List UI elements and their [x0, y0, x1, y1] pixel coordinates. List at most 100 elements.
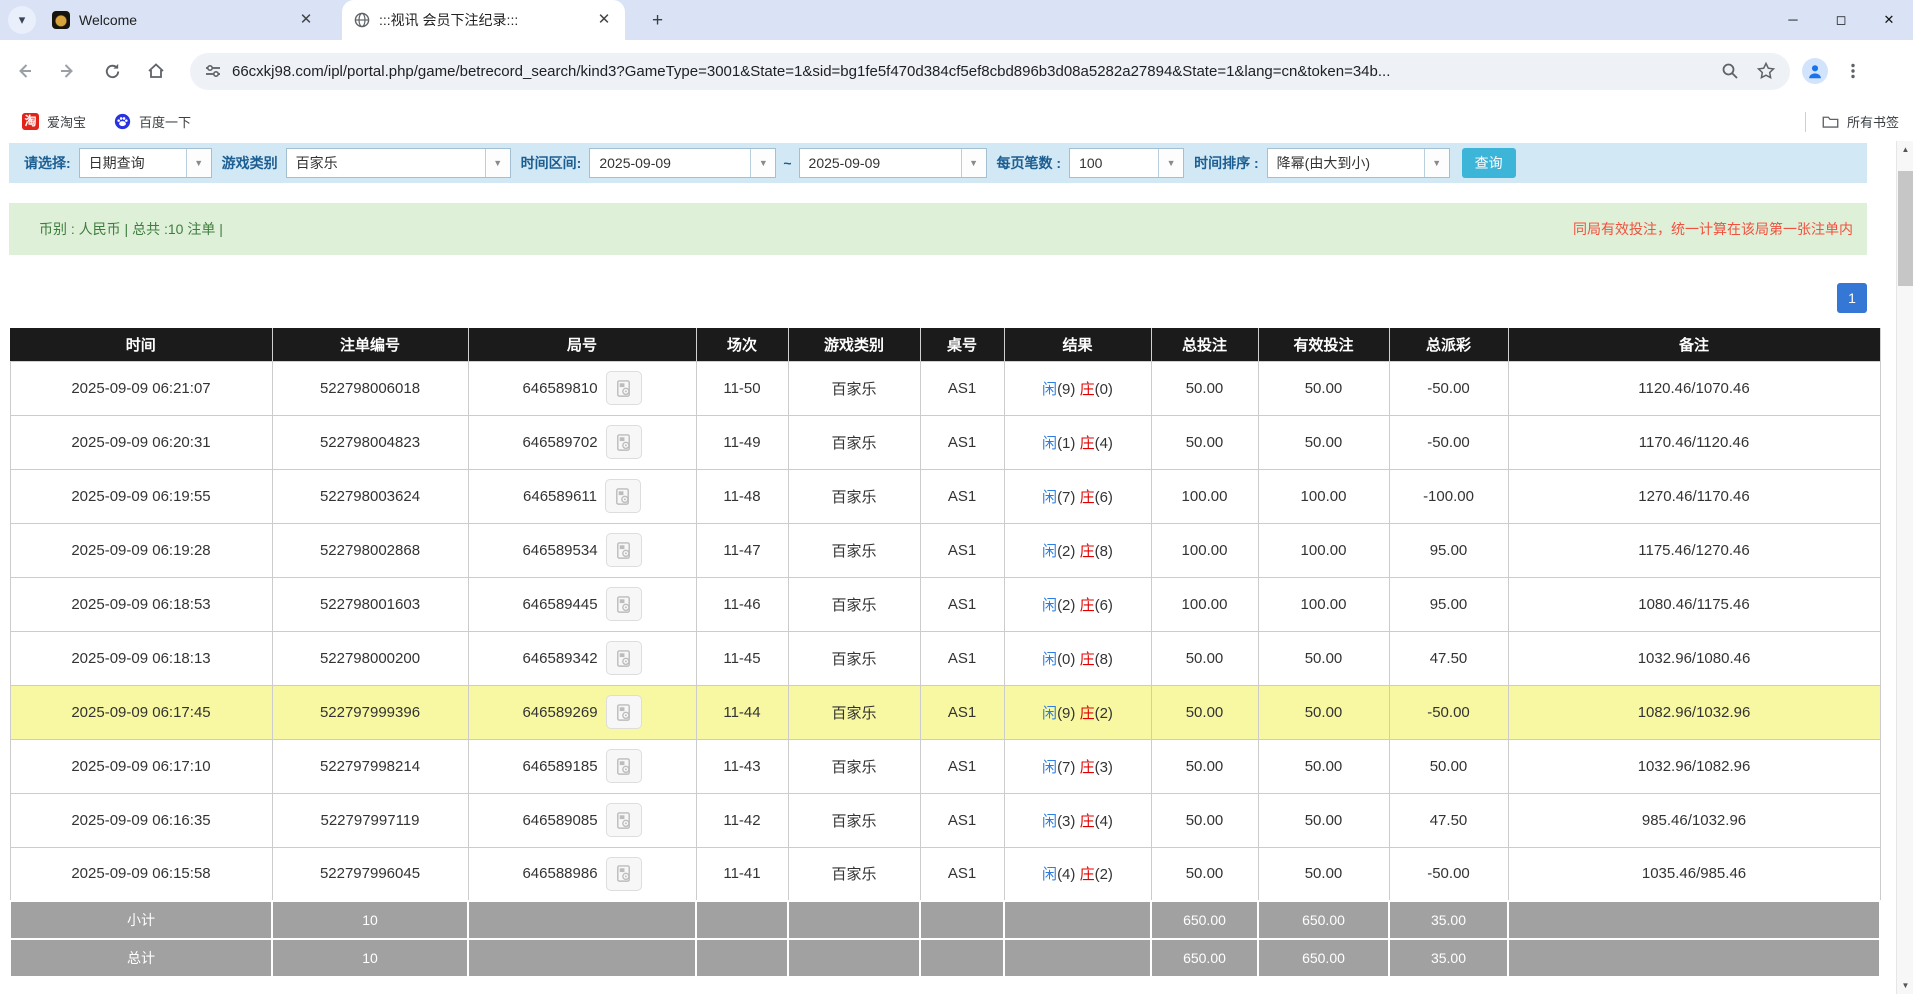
cell-total-bet[interactable]: 50.00 [1151, 793, 1258, 847]
vertical-scrollbar[interactable]: ▲ ▼ [1896, 141, 1913, 994]
cell-table-no: AS1 [920, 469, 1004, 523]
scrollbar-thumb[interactable] [1898, 171, 1913, 286]
banker-points: (0) [1095, 381, 1113, 398]
cell-time: 2025-09-09 06:17:45 [10, 685, 272, 739]
cell-result: 闲(9) 庄(2) [1004, 685, 1151, 739]
cell-total-bet[interactable]: 100.00 [1151, 469, 1258, 523]
cell-result: 闲(2) 庄(8) [1004, 523, 1151, 577]
table-row: 2025-09-09 06:19:55522798003624646589611… [10, 469, 1880, 523]
cell-time: 2025-09-09 06:18:53 [10, 577, 272, 631]
cell-total-bet[interactable]: 50.00 [1151, 685, 1258, 739]
tab-close-icon[interactable]: ✕ [595, 11, 613, 29]
sort-order-select[interactable]: 降幂(由大到小) ▼ [1267, 148, 1450, 178]
cell-payout: -50.00 [1389, 415, 1508, 469]
cell-result: 闲(1) 庄(4) [1004, 415, 1151, 469]
cell-result: 闲(7) 庄(6) [1004, 469, 1151, 523]
cell-total-bet[interactable]: 50.00 [1151, 631, 1258, 685]
forward-button[interactable] [48, 51, 88, 91]
video-replay-button[interactable] [606, 587, 642, 621]
cell-valid-bet: 50.00 [1258, 739, 1389, 793]
video-file-icon [613, 487, 632, 506]
window-close-button[interactable]: ✕ [1865, 0, 1913, 40]
cell-total-bet[interactable]: 50.00 [1151, 739, 1258, 793]
banker-points: (8) [1095, 543, 1113, 560]
tab-close-icon[interactable]: ✕ [297, 11, 315, 29]
video-replay-button[interactable] [606, 695, 642, 729]
banker-points: (3) [1095, 759, 1113, 776]
pagination-page-1[interactable]: 1 [1837, 283, 1867, 313]
menu-kebab-icon[interactable] [1844, 62, 1862, 80]
banker-points: (6) [1095, 597, 1113, 614]
cell-payout: -50.00 [1389, 847, 1508, 901]
scroll-up-icon[interactable]: ▲ [1897, 141, 1913, 158]
tab-welcome[interactable]: Welcome ✕ [40, 0, 327, 40]
cell-total-bet[interactable]: 100.00 [1151, 577, 1258, 631]
cell-time: 2025-09-09 06:19:55 [10, 469, 272, 523]
cell-round-id: 646589085 [468, 793, 696, 847]
chevron-down-icon: ▼ [1158, 149, 1183, 177]
video-replay-button[interactable] [606, 641, 642, 675]
lens-search-icon[interactable] [1720, 61, 1740, 81]
cell-bet-id: 522797999396 [272, 685, 468, 739]
banker-label: 庄 [1080, 705, 1095, 722]
player-label: 闲 [1042, 597, 1057, 614]
bookmark-baidu[interactable]: 百度一下 [108, 108, 197, 135]
back-button[interactable] [4, 51, 44, 91]
date-from-select[interactable]: 2025-09-09 ▼ [589, 148, 776, 178]
video-replay-button[interactable] [605, 479, 641, 513]
welcome-favicon [52, 11, 70, 29]
cell-session: 11-42 [696, 793, 788, 847]
new-tab-button[interactable]: + [644, 7, 671, 34]
cell-game: 百家乐 [788, 847, 920, 901]
cell-valid-bet: 100.00 [1258, 577, 1389, 631]
address-bar[interactable]: 66cxkj98.com/ipl/portal.php/game/betreco… [190, 53, 1790, 90]
profile-avatar[interactable] [1802, 58, 1828, 84]
video-replay-button[interactable] [606, 803, 642, 837]
player-label: 闲 [1042, 381, 1057, 398]
banker-label: 庄 [1080, 813, 1095, 830]
cell-game: 百家乐 [788, 415, 920, 469]
reload-icon [103, 62, 122, 81]
tab-search-chevron-icon[interactable]: ▾ [8, 6, 36, 34]
currency-summary-text: 币别 : 人民币 | 总共 :10 注单 | [39, 219, 223, 239]
page-size-select[interactable]: 100 ▼ [1069, 148, 1184, 178]
filter-bar: 请选择: 日期查询 ▼ 游戏类别 百家乐 ▼ 时间区间: 2025-09-09 … [9, 143, 1867, 183]
home-button[interactable] [136, 51, 176, 91]
cell-round-id: 646589185 [468, 739, 696, 793]
tab-betrecord[interactable]: :::视讯 会员下注纪录::: ✕ [342, 0, 625, 40]
game-type-select[interactable]: 百家乐 ▼ [286, 148, 511, 178]
video-file-icon [614, 864, 633, 883]
cell-payout: -50.00 [1389, 685, 1508, 739]
round-number: 646589085 [522, 812, 597, 829]
banker-points: (2) [1095, 705, 1113, 722]
banker-label: 庄 [1080, 543, 1095, 560]
cell-bet-id: 522797997119 [272, 793, 468, 847]
window-maximize-button[interactable]: ◻ [1817, 0, 1865, 40]
cell-total-bet[interactable]: 50.00 [1151, 847, 1258, 901]
person-icon [1806, 62, 1824, 80]
time-range-label: 时间区间: [521, 153, 582, 173]
video-replay-button[interactable] [606, 533, 642, 567]
cell-total-bet[interactable]: 50.00 [1151, 361, 1258, 415]
search-button[interactable]: 查询 [1462, 148, 1516, 178]
cell-bet-id: 522798001603 [272, 577, 468, 631]
scroll-down-icon[interactable]: ▼ [1897, 977, 1913, 994]
all-bookmarks[interactable]: 所有书签 [1805, 112, 1899, 132]
column-header: 时间 [10, 328, 272, 361]
reload-button[interactable] [92, 51, 132, 91]
cell-time: 2025-09-09 06:15:58 [10, 847, 272, 901]
bookmark-taobao[interactable]: 淘 爱淘宝 [16, 108, 92, 135]
video-replay-button[interactable] [606, 857, 642, 891]
cell-round-id: 646589342 [468, 631, 696, 685]
window-minimize-button[interactable]: ─ [1769, 0, 1817, 40]
video-replay-button[interactable] [606, 749, 642, 783]
bookmark-star-icon[interactable] [1756, 61, 1776, 81]
date-to-select[interactable]: 2025-09-09 ▼ [799, 148, 987, 178]
query-type-select[interactable]: 日期查询 ▼ [79, 148, 212, 178]
video-replay-button[interactable] [606, 425, 642, 459]
player-label: 闲 [1042, 866, 1057, 883]
summary-empty-cell [1004, 901, 1151, 939]
video-replay-button[interactable] [606, 371, 642, 405]
cell-total-bet[interactable]: 50.00 [1151, 415, 1258, 469]
cell-total-bet[interactable]: 100.00 [1151, 523, 1258, 577]
